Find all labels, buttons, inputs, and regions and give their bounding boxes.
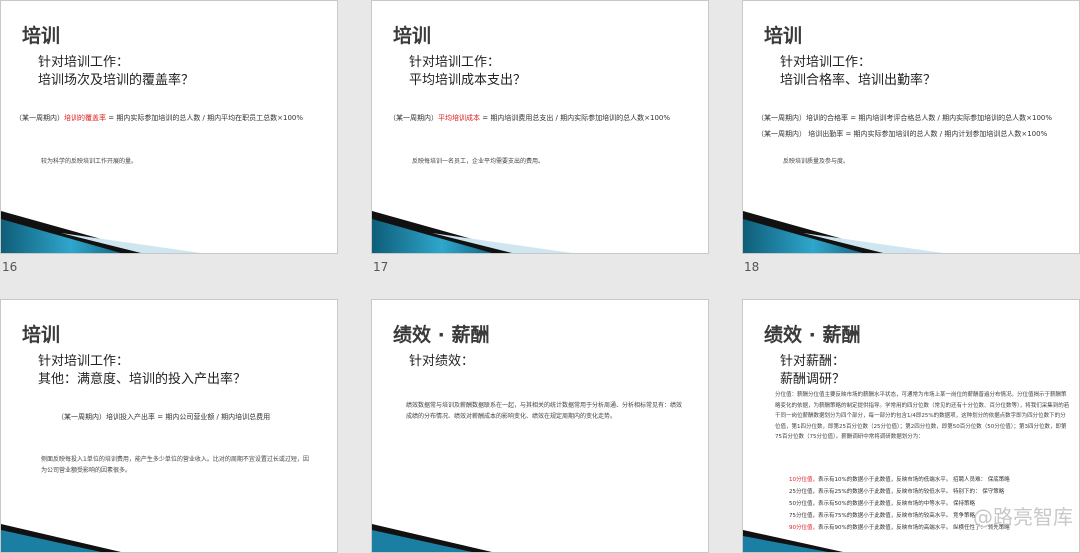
slide-title: 绩效 · 薪酬: [764, 324, 861, 346]
slide-thumbnail-19[interactable]: 培训 针对培训工作： 其他：满意度、培训的投入产出率？ （某一周期内）培训投入产…: [0, 299, 338, 553]
slide-subtitle-1: 针对培训工作：: [780, 55, 872, 70]
tier-row: 75分位值，表示有75%的数据小于此数值，反映市场的较高水平。 竞争策略: [789, 513, 975, 519]
slide-corner-decoration: [743, 211, 943, 253]
formula-highlight: 平均培训成本: [438, 114, 480, 122]
slide-title: 绩效 · 薪酬: [393, 324, 490, 346]
slide-title: 培训: [764, 25, 803, 47]
tier-row: 50分位值，表示有50%的数据小于此数值，反映市场的中等水平。 保持策略: [789, 501, 975, 507]
slide-number: 17: [373, 260, 389, 274]
slide-subtitle-1: 针对培训工作：: [38, 55, 130, 70]
formula-prefix: （某一周期内）: [15, 114, 64, 122]
slide-number: 18: [744, 260, 760, 274]
formula-prefix: （某一周期内）: [389, 114, 438, 122]
slide-thumbnail-16[interactable]: 培训 针对培训工作： 培训场次及培训的覆盖率？ （某一周期内）培训的覆盖率 = …: [0, 0, 338, 254]
tier-row: 10分位值，表示有10%的数据小于此数值，反映市场的低端水平。 招聘人员难： 保…: [789, 477, 1010, 483]
formula-rest: = 期内培训费用总支出 / 期内实际参加培训的总人数×100%: [480, 114, 671, 122]
slide-formula: （某一周期内）培训投入产出率 = 期内公司营业额 / 期内培训总费用: [57, 413, 271, 421]
slide-subtitle-2: 薪酬调研？: [780, 372, 846, 387]
slide-title: 培训: [22, 25, 61, 47]
slide-note: 反映培训质量及参与度。: [783, 158, 850, 165]
slide-thumbnail-20[interactable]: 绩效 · 薪酬 针对绩效： 绩效数据常与培训及薪酬数据联系在一起，与其相关的统计…: [371, 299, 709, 553]
slide-formula: （某一周期内）平均培训成本 = 期内培训费用总支出 / 期内实际参加培训的总人数…: [389, 113, 670, 123]
slide-subtitle-1: 针对薪酬：: [780, 354, 846, 369]
slide-paragraph: 分位值：薪酬分位值主要反映市场的薪酬水平状态，可通常为市场上某一岗位的薪酬普遍分…: [775, 392, 1070, 440]
slide-subtitle-1: 针对培训工作：: [409, 55, 501, 70]
slide-corner-decoration: [372, 524, 492, 552]
slide-formula-1: （某一周期内）培训的合格率 = 期内培训考评合格总人数 / 期内实际参加培训的总…: [757, 114, 1053, 122]
slide-corner-decoration: [1, 211, 201, 253]
slide-formula: （某一周期内）培训的覆盖率 = 期内实际参加培训的总人数 / 期内平均在职员工总…: [15, 113, 303, 123]
slide-subtitle-2: 其他：满意度、培训的投入产出率？: [38, 372, 247, 387]
slide-note: 较为科学的反映培训工作开展的量。: [41, 158, 138, 165]
slide-number: 16: [2, 260, 18, 274]
slide-thumbnail-17[interactable]: 培训 针对培训工作： 平均培训成本支出？ （某一周期内）平均培训成本 = 期内培…: [371, 0, 709, 254]
slide-title: 培训: [393, 25, 432, 47]
slide-corner-decoration: [1, 524, 121, 552]
slide-subtitle-2: 培训场次及培训的覆盖率？: [38, 73, 195, 88]
slide-corner-decoration: [372, 211, 572, 253]
slide-title: 培训: [22, 324, 61, 346]
slide-subtitle-1: 针对培训工作：: [38, 354, 130, 369]
slide-subtitle-2: 培训合格率、培训出勤率？: [780, 73, 937, 88]
slide-note: 反映每培训一名员工，企业平均需要支出的费用。: [412, 158, 545, 165]
slide-subtitle-1: 针对绩效：: [409, 354, 475, 369]
slide-paragraph: 绩效数据常与培训及薪酬数据联系在一起，与其相关的统计数据常用于分析周通、分析相标…: [406, 402, 683, 420]
slide-thumbnail-18[interactable]: 培训 针对培训工作： 培训合格率、培训出勤率？ （某一周期内）培训的合格率 = …: [742, 0, 1080, 254]
slide-formula-2: （某一周期内） 培训出勤率 = 期内实际参加培训的总人数 / 期内计划参加培训总…: [757, 130, 1048, 138]
slide-subtitle-2: 平均培训成本支出？: [409, 73, 527, 88]
tier-row: 25分位值，表示有25%的数据小于此数值，反映市场的较低水平。 特别下的： 保守…: [789, 489, 1005, 495]
slide-note: 侧面反映每投入1单位的培训费用，能产生多少单位的营业收入。比对的周期不宜设置过长…: [41, 456, 309, 474]
slide-corner-decoration: [743, 530, 843, 552]
slide-thumbnail-21[interactable]: 绩效 · 薪酬 针对薪酬： 薪酬调研？ 分位值：薪酬分位值主要反映市场的薪酬水平…: [742, 299, 1080, 553]
formula-highlight: 培训的覆盖率: [64, 114, 106, 122]
formula-rest: = 期内实际参加培训的总人数 / 期内平均在职员工总数×100%: [106, 114, 304, 122]
